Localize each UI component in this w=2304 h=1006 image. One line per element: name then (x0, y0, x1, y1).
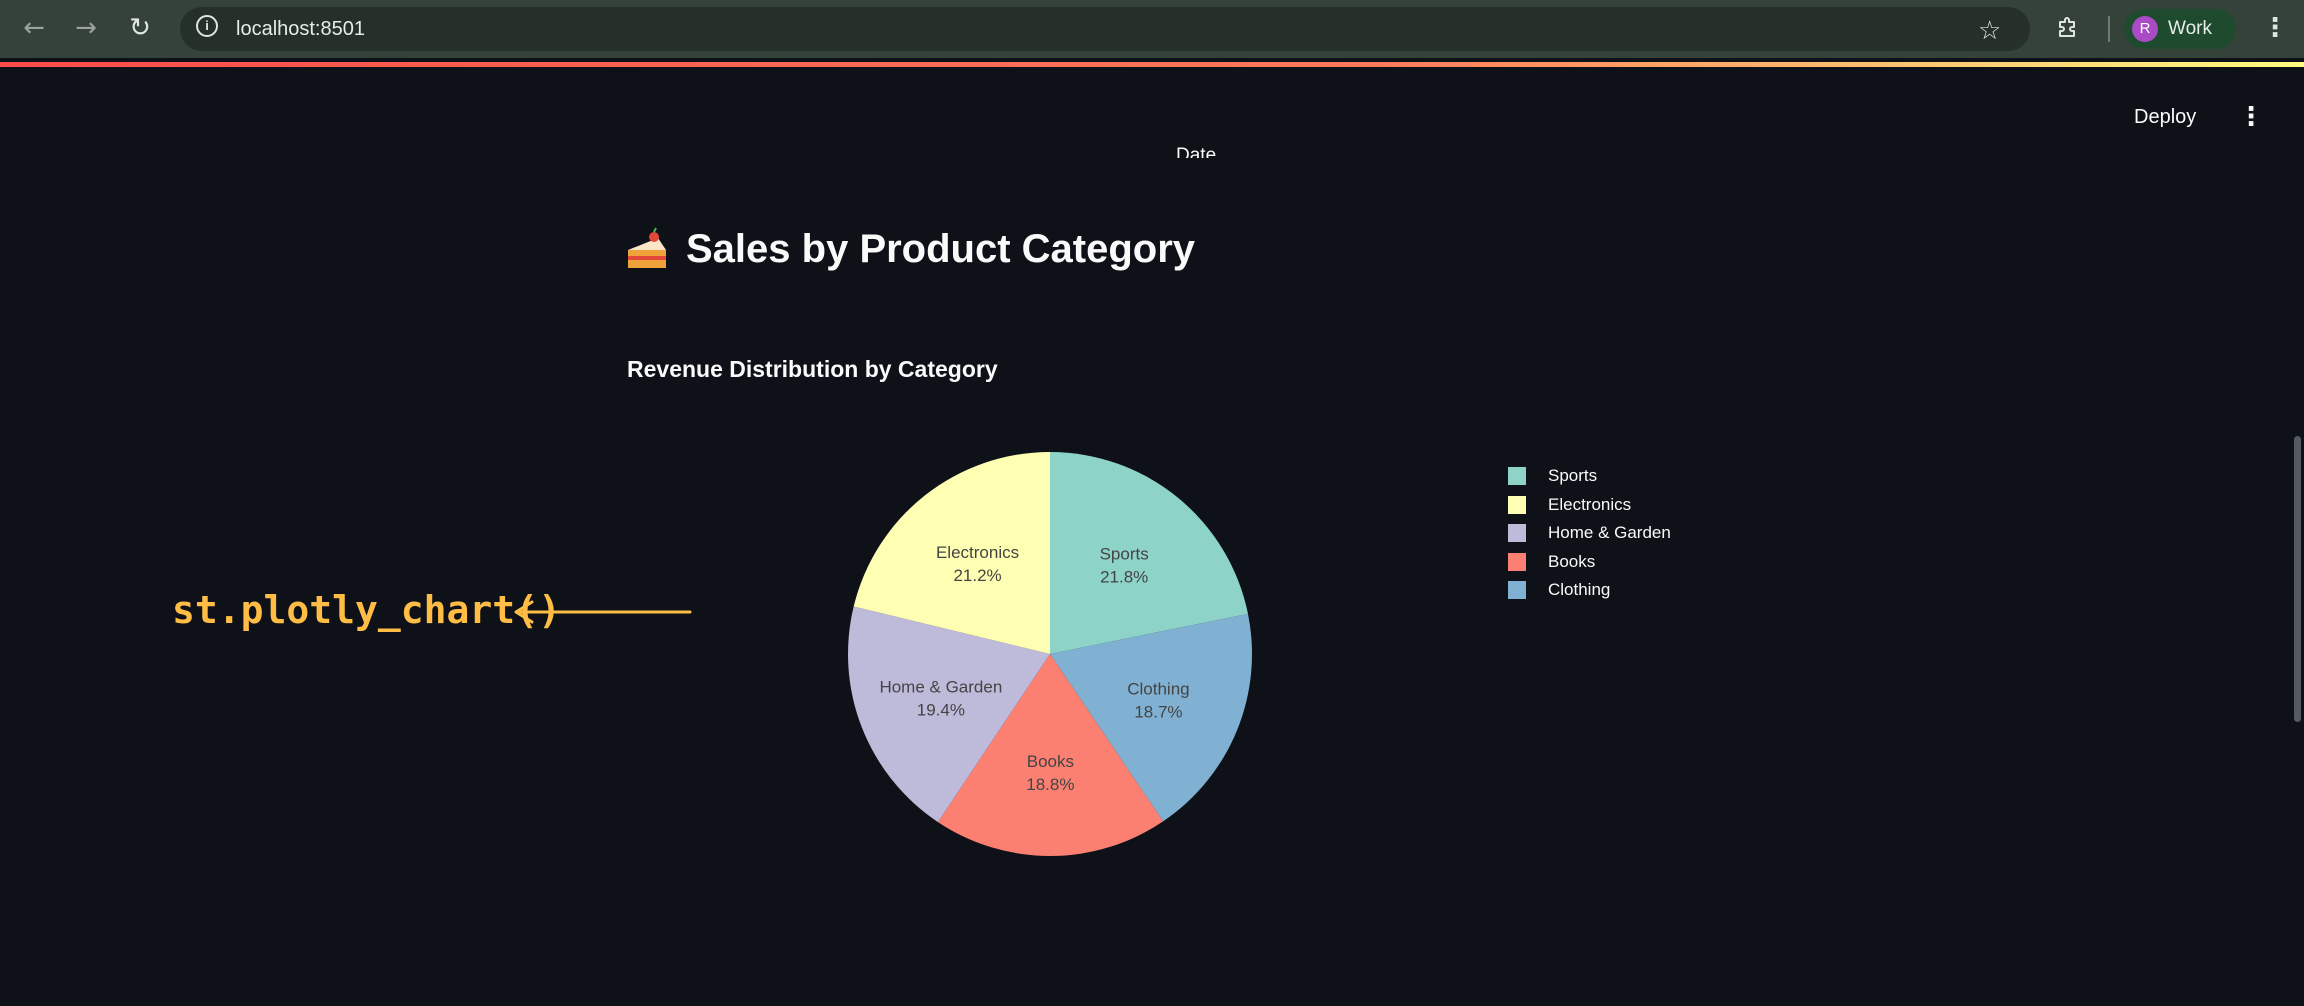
page-title-text: Sales by Product Category (686, 226, 1196, 271)
slice-label-books: Books (1027, 752, 1074, 771)
slice-label-home-garden: Home & Garden (879, 678, 1002, 697)
scrollbar[interactable] (2294, 436, 2301, 722)
slice-percent-clothing: 18.7% (1134, 702, 1182, 721)
legend-label: Electronics (1548, 494, 1632, 514)
chart-subheader: Revenue Distribution by Category (627, 356, 998, 382)
legend-item-sports[interactable]: Sports (1508, 462, 1671, 491)
page-title: Sales by Product Category (624, 226, 1195, 272)
extensions-icon[interactable] (2056, 15, 2080, 39)
browser-menu-icon[interactable]: ⋮ (2262, 13, 2288, 43)
annotation-arrow-icon (514, 600, 692, 624)
site-info-icon[interactable]: i (196, 15, 218, 37)
legend-swatch (1508, 524, 1526, 543)
chart-legend: Sports Electronics Home & Garden Books Cloth… (1508, 462, 1671, 605)
legend-swatch (1508, 495, 1526, 514)
slice-percent-home-garden: 19.4% (917, 701, 965, 720)
legend-label: Home & Garden (1548, 523, 1671, 543)
address-bar[interactable]: i localhost:8501 ☆ (180, 7, 2030, 51)
legend-swatch (1508, 467, 1526, 486)
legend-item-electronics[interactable]: Electronics (1508, 491, 1671, 520)
url-text[interactable]: localhost:8501 (236, 18, 365, 41)
profile-button[interactable]: R Work (2124, 9, 2236, 49)
back-arrow-icon[interactable]: ← (16, 10, 52, 46)
slice-percent-electronics: 21.2% (953, 566, 1001, 585)
avatar: R (2132, 16, 2158, 42)
legend-swatch (1508, 581, 1526, 600)
slice-percent-sports: 21.8% (1100, 567, 1148, 586)
legend-label: Clothing (1548, 580, 1611, 600)
main-menu-icon[interactable]: ⋮ (2238, 102, 2264, 132)
clipped-axis-label: Date (1176, 145, 1217, 158)
annotation-text: st.plotly_chart() (172, 588, 561, 632)
slice-label-electronics: Electronics (936, 543, 1019, 562)
forward-arrow-icon[interactable]: → (68, 10, 104, 46)
toolbar-divider (2108, 16, 2110, 42)
legend-item-clothing[interactable]: Clothing (1508, 576, 1671, 605)
legend-label: Books (1548, 551, 1596, 571)
reload-icon[interactable]: ↻ (122, 10, 158, 46)
legend-label: Sports (1548, 466, 1598, 486)
legend-swatch (1508, 552, 1526, 571)
slice-label-clothing: Clothing (1127, 679, 1189, 698)
profile-label: Work (2168, 18, 2212, 39)
slice-percent-books: 18.8% (1026, 775, 1074, 794)
deploy-button[interactable]: Deploy (2134, 106, 2196, 129)
legend-item-books[interactable]: Books (1508, 548, 1671, 577)
legend-item-home-garden[interactable]: Home & Garden (1508, 519, 1671, 548)
header-decoration-strip (0, 62, 2304, 67)
pie-chart[interactable]: Sports 21.8% Clothing 18.7% Books 18.8% Home &… (830, 440, 1270, 880)
slice-label-sports: Sports (1100, 544, 1149, 563)
browser-toolbar: ← → ↻ i localhost:8501 ☆ R Work ⋮ (0, 0, 2304, 58)
cake-icon (628, 227, 666, 268)
bookmark-star-icon[interactable]: ☆ (1978, 16, 2001, 46)
